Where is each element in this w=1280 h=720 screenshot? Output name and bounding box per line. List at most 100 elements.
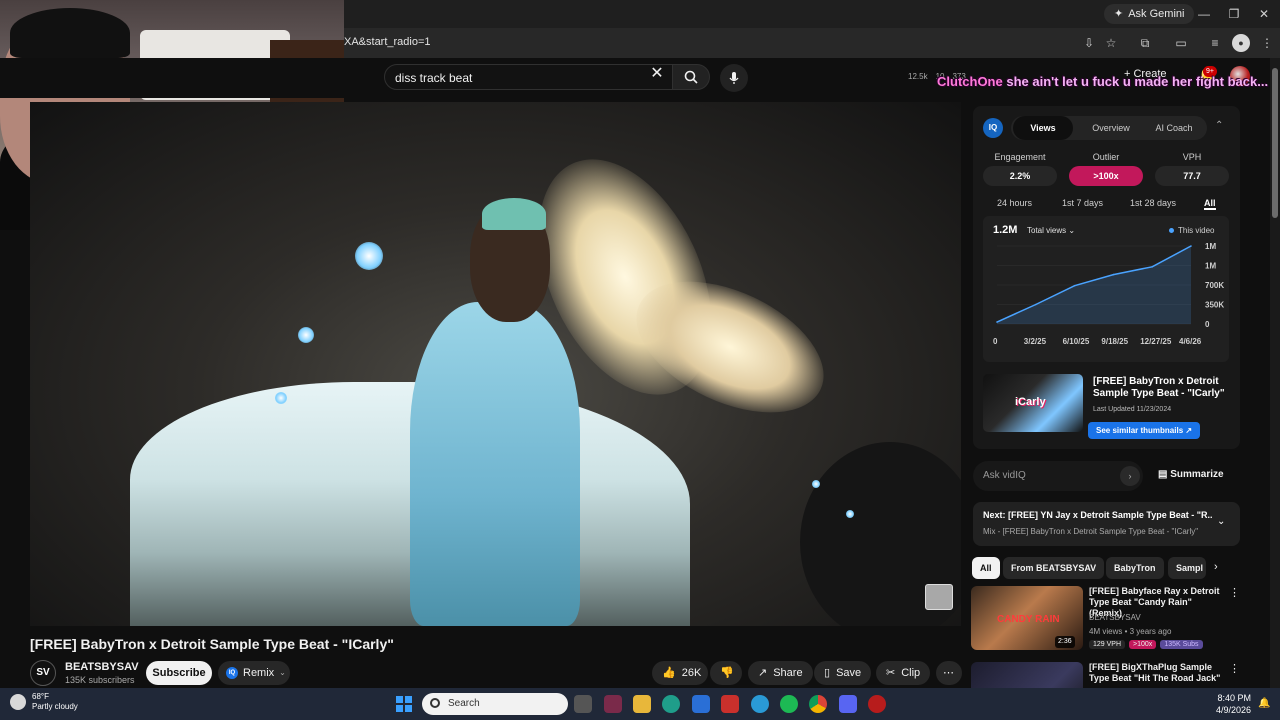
- tab-ai-coach[interactable]: AI Coach: [1143, 116, 1205, 140]
- cast-icon[interactable]: ▭: [1172, 34, 1190, 52]
- tab-overview[interactable]: Overview: [1081, 116, 1141, 140]
- summarize-button[interactable]: ▤ Summarize: [1158, 469, 1224, 480]
- gemini-sparkle-icon: ✦: [1114, 8, 1124, 20]
- ask-gemini-button[interactable]: ✦ Ask Gemini: [1104, 4, 1195, 24]
- series-point: [1190, 245, 1192, 247]
- address-bar[interactable]: XA&start_radio=1 ⇩ ☆ ⧉ ▭ ≡ ● ⋮: [344, 28, 1280, 58]
- x-tick-label: 9/18/25: [1101, 337, 1128, 346]
- reading-list-icon[interactable]: ≡: [1206, 34, 1224, 52]
- up-next-playlist[interactable]: Next: [FREE] YN Jay x Detroit Sample Typ…: [973, 502, 1240, 546]
- list-item[interactable]: [FREE] BigXThaPlug Sample Type Beat "Hit…: [971, 662, 1241, 688]
- y-tick-label: 350K: [1205, 301, 1224, 310]
- rec-thumbnail[interactable]: [971, 662, 1083, 688]
- subscribe-button[interactable]: Subscribe: [146, 661, 212, 685]
- x-tick-label: 0: [993, 337, 998, 346]
- app-icon[interactable]: [868, 695, 886, 713]
- external-link-icon: ↗: [1185, 426, 1193, 435]
- rec-duration: 2:36: [1055, 636, 1075, 648]
- tab-views[interactable]: Views: [1013, 116, 1073, 140]
- dislike-button[interactable]: 👎: [710, 661, 742, 685]
- share-button[interactable]: ↗ Share: [748, 661, 813, 685]
- app-icon[interactable]: [604, 695, 622, 713]
- period-first-7-days[interactable]: 1st 7 days: [1062, 198, 1103, 208]
- browser-menu-icon[interactable]: ⋮: [1258, 34, 1276, 52]
- more-vertical-icon[interactable]: ⋮: [1229, 662, 1240, 675]
- period-24-hours[interactable]: 24 hours: [997, 198, 1032, 208]
- url-text[interactable]: XA&start_radio=1: [344, 36, 431, 48]
- summarize-doc-icon: ▤: [1158, 469, 1168, 480]
- notification-center-icon[interactable]: 🔔: [1258, 698, 1270, 709]
- thumbnail-text: iCarly: [1015, 396, 1046, 408]
- clear-search-icon[interactable]: ✕: [646, 64, 668, 86]
- store-icon[interactable]: [692, 695, 710, 713]
- chevron-down-icon: ⌄: [279, 668, 286, 677]
- taskbar-search-label: Search: [448, 698, 480, 709]
- video-player[interactable]: [30, 102, 961, 626]
- channel-subscribers: 135K subscribers: [65, 675, 135, 685]
- chip-babytron[interactable]: BabyTron: [1106, 557, 1164, 579]
- x-tick-label: 12/27/25: [1140, 337, 1172, 346]
- ask-vidiq-input[interactable]: Ask vidIQ: [973, 461, 1143, 491]
- like-button[interactable]: 👍 26K: [652, 661, 708, 685]
- clip-button[interactable]: ✂ Clip: [876, 661, 931, 685]
- rec-meta: 4M views • 3 years ago: [1089, 627, 1172, 636]
- spotify-icon[interactable]: [780, 695, 798, 713]
- rec-tag-outlier: >100x: [1129, 640, 1157, 649]
- bookmark-star-icon[interactable]: ☆: [1102, 34, 1120, 52]
- file-explorer-icon[interactable]: [633, 695, 651, 713]
- taskbar-search[interactable]: Search: [422, 693, 568, 715]
- save-button[interactable]: ▯ Save: [814, 661, 872, 685]
- video-light-dot: [355, 242, 383, 270]
- edge-icon[interactable]: [662, 695, 680, 713]
- chevron-right-icon[interactable]: ›: [1214, 561, 1218, 573]
- profile-avatar-icon[interactable]: ●: [1232, 34, 1250, 52]
- metric-engagement-value: 2.2%: [983, 166, 1057, 186]
- chevron-up-icon[interactable]: ⌃: [1215, 120, 1223, 131]
- chip-sample[interactable]: Sampl: [1168, 557, 1206, 579]
- weather-cloud-icon: [10, 694, 26, 710]
- channel-avatar[interactable]: SV: [30, 660, 56, 686]
- weather-widget[interactable]: 68°F Partly cloudy: [10, 692, 78, 712]
- install-app-icon[interactable]: ⇩: [1080, 34, 1098, 52]
- restore-icon[interactable]: ❐: [1220, 4, 1248, 24]
- chip-all[interactable]: All: [972, 557, 1000, 579]
- chip-from-channel[interactable]: From BEATSBYSAV: [1003, 557, 1105, 579]
- microphone-icon: [729, 72, 739, 84]
- chevron-down-icon[interactable]: ⌄: [1217, 516, 1225, 527]
- page-scrollbar[interactable]: [1270, 58, 1280, 688]
- browser-app-icon[interactable]: [751, 695, 769, 713]
- channel-watermark-icon[interactable]: [925, 584, 953, 610]
- more-horizontal-icon: ⋯: [943, 667, 954, 679]
- chrome-icon[interactable]: [809, 695, 827, 713]
- search-query[interactable]: diss track beat: [395, 71, 472, 85]
- list-item[interactable]: CANDY RAIN 2:36 [FREE] Babyface Ray x De…: [971, 586, 1241, 656]
- taskbar-clock[interactable]: 8:40 PM 4/9/2026: [1216, 692, 1251, 716]
- remix-button[interactable]: IQ Remix ⌄: [218, 661, 290, 685]
- x-tick-label: 4/6/26: [1179, 337, 1202, 346]
- more-vertical-icon[interactable]: ⋮: [1229, 586, 1240, 599]
- minimize-icon[interactable]: —: [1190, 4, 1218, 24]
- close-icon[interactable]: ✕: [1250, 4, 1278, 24]
- chart-legend-label: This video: [1178, 226, 1215, 235]
- extensions-icon[interactable]: ⧉: [1136, 34, 1154, 52]
- windows-start-icon[interactable]: [396, 696, 412, 712]
- nba-app-icon[interactable]: [721, 695, 739, 713]
- scrollbar-thumb[interactable]: [1272, 68, 1278, 218]
- video-title: [FREE] BabyTron x Detroit Sample Type Be…: [30, 636, 394, 652]
- voice-search-button[interactable]: [720, 64, 748, 92]
- search-button[interactable]: [672, 64, 710, 90]
- chart-metric-select[interactable]: Total views ⌄: [1027, 226, 1075, 235]
- ask-send-icon[interactable]: ›: [1120, 466, 1140, 486]
- vidiq-video-thumbnail[interactable]: iCarly: [983, 374, 1083, 432]
- see-similar-thumbnails-button[interactable]: See similar thumbnails ↗: [1088, 422, 1201, 439]
- y-tick-label: 1M: [1205, 242, 1216, 251]
- share-icon: ↗: [758, 667, 768, 679]
- period-all[interactable]: All: [1204, 198, 1216, 210]
- more-actions-button[interactable]: ⋯: [936, 661, 962, 685]
- discord-icon[interactable]: [839, 695, 857, 713]
- rec-thumbnail[interactable]: CANDY RAIN 2:36: [971, 586, 1083, 650]
- period-first-28-days[interactable]: 1st 28 days: [1130, 198, 1176, 208]
- search-input[interactable]: diss track beat: [384, 64, 676, 90]
- task-view-icon[interactable]: [574, 695, 592, 713]
- channel-name[interactable]: BEATSBYSAV: [65, 661, 139, 673]
